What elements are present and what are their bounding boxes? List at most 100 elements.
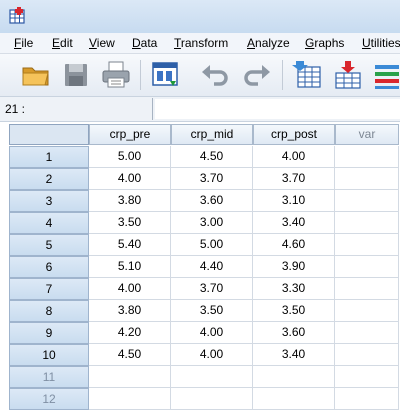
data-cell[interactable] [335,256,399,278]
data-cell[interactable] [89,366,171,388]
table-row: 10 4.50 4.00 3.40 [0,344,400,366]
data-cell[interactable]: 3.70 [253,168,335,190]
data-cell[interactable] [253,366,335,388]
table-row: 8 3.80 3.50 3.50 [0,300,400,322]
menu-analyze[interactable]: Analyze [247,36,290,50]
table-row: 3 3.80 3.60 3.10 [0,190,400,212]
data-grid: crp_pre crp_mid crp_post var 1 5.00 4.50… [0,124,400,410]
row-header[interactable]: 7 [9,278,89,300]
row-header[interactable]: 5 [9,234,89,256]
app-icon[interactable] [8,6,28,26]
data-cell[interactable]: 4.00 [171,344,253,366]
data-cell[interactable]: 3.60 [171,190,253,212]
data-cell[interactable]: 5.00 [171,234,253,256]
print-icon[interactable] [100,59,132,91]
data-cell[interactable] [171,388,253,410]
data-cell[interactable]: 3.70 [171,168,253,190]
menu-edit[interactable]: Edit [52,36,73,50]
data-cell[interactable]: 4.40 [171,256,253,278]
data-cell[interactable] [89,388,171,410]
variables-icon[interactable] [372,59,400,91]
cell-value-field[interactable] [155,99,400,119]
goto-variable-icon[interactable] [332,59,364,91]
data-cell[interactable]: 3.90 [253,256,335,278]
row-header[interactable]: 1 [9,146,89,168]
data-cell[interactable]: 3.60 [253,322,335,344]
row-header[interactable]: 11 [9,366,89,388]
data-cell[interactable] [335,234,399,256]
table-row: 9 4.20 4.00 3.60 [0,322,400,344]
grid-corner[interactable] [9,124,89,145]
data-cell[interactable]: 4.00 [171,322,253,344]
data-cell[interactable] [253,388,335,410]
column-header-crp-mid[interactable]: crp_mid [171,124,253,145]
data-cell[interactable]: 5.10 [89,256,171,278]
data-cell[interactable] [335,344,399,366]
column-header-crp-post[interactable]: crp_post [253,124,335,145]
table-row: 1 5.00 4.50 4.00 [0,146,400,168]
menu-transform[interactable]: Transform [174,36,228,50]
data-cell[interactable]: 3.50 [89,212,171,234]
toolbar [0,54,400,97]
menu-view[interactable]: View [89,36,115,50]
toolbar-separator [282,60,283,90]
save-icon[interactable] [60,59,92,91]
table-row: 7 4.00 3.70 3.30 [0,278,400,300]
menu-utilities[interactable]: Utilities [362,36,400,50]
undo-icon[interactable] [200,59,232,91]
data-cell[interactable] [335,300,399,322]
menu-bar: File Edit View Data Transform Analyze Gr… [0,33,400,54]
data-cell[interactable]: 3.50 [171,300,253,322]
row-header[interactable]: 3 [9,190,89,212]
data-cell[interactable] [335,190,399,212]
data-cell[interactable]: 4.00 [89,278,171,300]
data-cell[interactable]: 4.50 [171,146,253,168]
menu-file[interactable]: File [14,36,33,50]
data-cell[interactable]: 3.70 [171,278,253,300]
open-folder-icon[interactable] [20,59,52,91]
cell-reference-label: 21 : [5,102,26,116]
data-cell[interactable]: 3.40 [253,212,335,234]
dialog-recall-icon[interactable] [150,59,182,91]
column-header-var[interactable]: var [335,124,399,145]
data-cell[interactable]: 4.50 [89,344,171,366]
data-cell[interactable] [335,366,399,388]
data-cell[interactable]: 5.00 [89,146,171,168]
row-header[interactable]: 6 [9,256,89,278]
row-header[interactable]: 12 [9,388,89,410]
data-cell[interactable]: 3.80 [89,300,171,322]
data-cell[interactable]: 3.30 [253,278,335,300]
menu-data[interactable]: Data [132,36,157,50]
row-header[interactable]: 8 [9,300,89,322]
data-cell[interactable]: 3.40 [253,344,335,366]
goto-case-icon[interactable] [292,59,324,91]
cell-reference-divider [152,98,153,120]
data-cell[interactable] [335,168,399,190]
data-cell[interactable]: 4.00 [89,168,171,190]
row-header[interactable]: 10 [9,344,89,366]
data-cell[interactable] [335,278,399,300]
data-cell[interactable] [171,366,253,388]
data-cell[interactable] [335,146,399,168]
data-cell[interactable]: 3.50 [253,300,335,322]
data-cell[interactable]: 4.60 [253,234,335,256]
toolbar-separator [140,60,141,90]
row-header[interactable]: 9 [9,322,89,344]
data-cell[interactable]: 4.20 [89,322,171,344]
table-row: 12 [0,388,400,410]
menu-graphs[interactable]: Graphs [305,36,344,50]
row-header[interactable]: 2 [9,168,89,190]
column-header-crp-pre[interactable]: crp_pre [89,124,171,145]
data-cell[interactable] [335,212,399,234]
table-row: 5 5.40 5.00 4.60 [0,234,400,256]
redo-icon[interactable] [240,59,272,91]
data-cell[interactable]: 3.10 [253,190,335,212]
data-cell[interactable]: 5.40 [89,234,171,256]
data-cell[interactable]: 3.80 [89,190,171,212]
table-row: 6 5.10 4.40 3.90 [0,256,400,278]
data-cell[interactable]: 4.00 [253,146,335,168]
data-cell[interactable]: 3.00 [171,212,253,234]
row-header[interactable]: 4 [9,212,89,234]
data-cell[interactable] [335,388,399,410]
data-cell[interactable] [335,322,399,344]
